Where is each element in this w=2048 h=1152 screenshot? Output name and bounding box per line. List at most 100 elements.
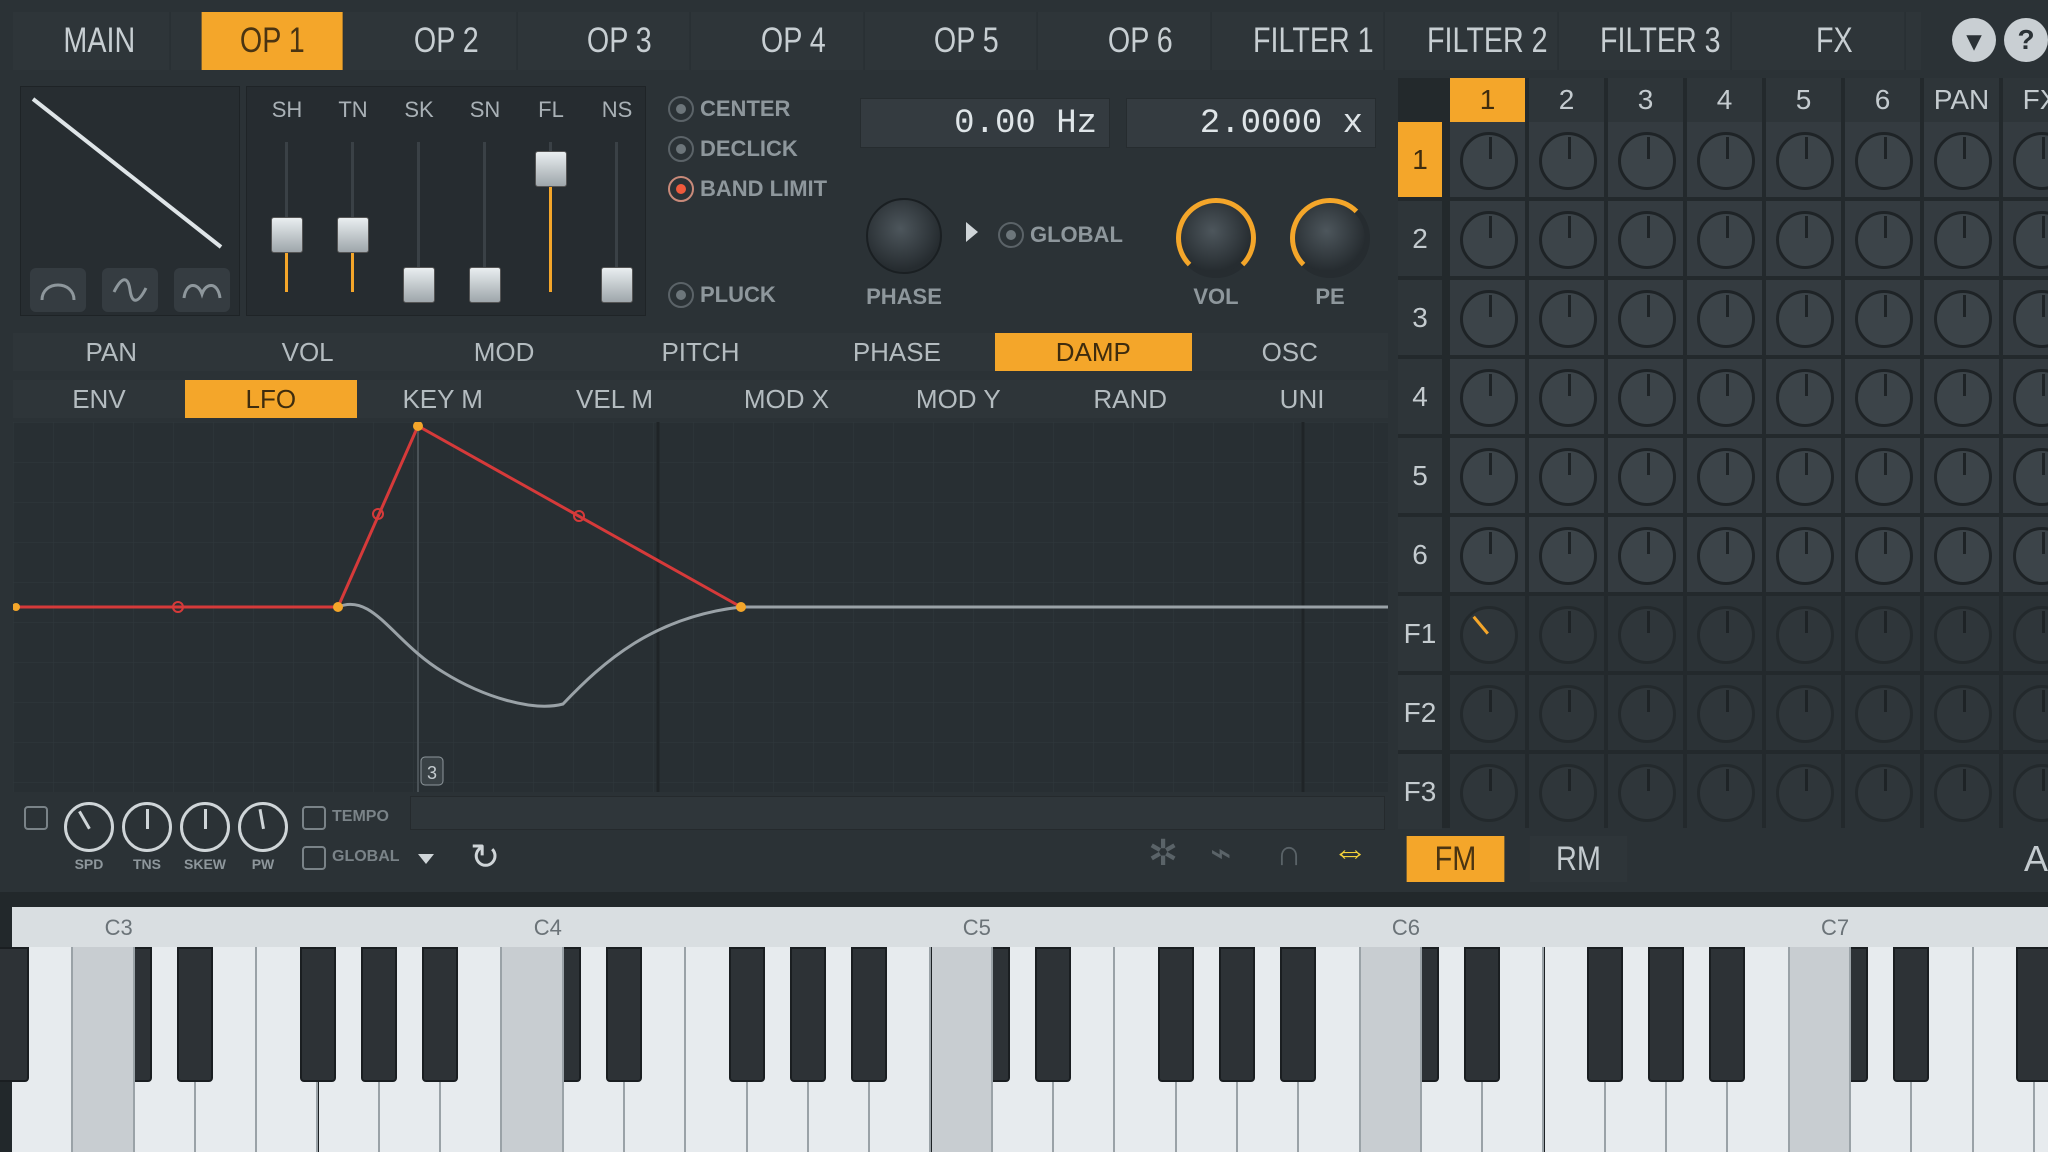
tab-mod-y[interactable]: MOD Y: [872, 380, 1044, 418]
matrix-column-3[interactable]: 3: [1608, 78, 1683, 122]
black-key[interactable]: [1219, 947, 1255, 1082]
tab-pan[interactable]: PAN: [13, 333, 209, 371]
ratio-display[interactable]: 2.0000 x: [1126, 98, 1376, 148]
matrix-knob[interactable]: [1934, 685, 1992, 743]
matrix-knob[interactable]: [1855, 685, 1913, 743]
matrix-knob[interactable]: [2013, 685, 2048, 743]
matrix-knob[interactable]: [1618, 132, 1676, 190]
black-key[interactable]: [1035, 947, 1072, 1082]
envelope-scrollbar[interactable]: [410, 796, 1385, 830]
c-key-c7[interactable]: [1789, 947, 1851, 1152]
matrix-knob[interactable]: [1460, 448, 1518, 506]
matrix-knob[interactable]: [1855, 448, 1913, 506]
black-key[interactable]: [606, 947, 642, 1082]
matrix-knob[interactable]: [1697, 290, 1755, 348]
tab-damp[interactable]: DAMP: [995, 333, 1192, 371]
slider-knob[interactable]: [271, 217, 303, 253]
matrix-knob[interactable]: [1855, 369, 1913, 427]
fm-button[interactable]: FM: [1406, 836, 1505, 882]
menu-icon[interactable]: ▾: [1952, 18, 1996, 62]
matrix-knob[interactable]: [1776, 132, 1834, 190]
matrix-column-2[interactable]: 2: [1529, 78, 1604, 122]
tns-knob[interactable]: [122, 802, 172, 852]
matrix-row-3[interactable]: 3: [1398, 280, 1442, 355]
matrix-knob[interactable]: [1539, 685, 1597, 743]
tab-main[interactable]: MAIN: [29, 12, 171, 70]
matrix-knob[interactable]: [1539, 290, 1597, 348]
tab-filter-2[interactable]: FILTER 2: [1416, 12, 1559, 70]
slider-fl[interactable]: FL: [521, 87, 581, 317]
matrix-knob[interactable]: [2013, 448, 2048, 506]
shape-arch-button[interactable]: [30, 268, 86, 312]
shape-double-arch-button[interactable]: [174, 268, 230, 312]
black-key[interactable]: [176, 947, 213, 1082]
spd-knob[interactable]: [64, 802, 114, 852]
c-key-c6[interactable]: [1360, 947, 1422, 1152]
play-arrow-icon[interactable]: [966, 222, 978, 242]
matrix-knob[interactable]: [1618, 290, 1676, 348]
pluck-option[interactable]: PLUCK: [668, 282, 776, 308]
slider-knob[interactable]: [337, 217, 369, 253]
envelope-editor[interactable]: 3: [12, 421, 1388, 792]
matrix-row-f3[interactable]: F3: [1398, 754, 1442, 829]
tab-mod-x[interactable]: MOD X: [701, 380, 873, 418]
black-key[interactable]: [851, 947, 888, 1082]
matrix-knob[interactable]: [1618, 764, 1676, 822]
tab-rand[interactable]: RAND: [1044, 380, 1216, 418]
shape-sine-button[interactable]: [102, 268, 158, 312]
matrix-knob[interactable]: [1539, 527, 1597, 585]
slider-knob[interactable]: [469, 266, 501, 303]
tab-op-3[interactable]: OP 3: [549, 12, 692, 70]
slider-knob[interactable]: [601, 266, 633, 303]
matrix-knob[interactable]: [1697, 764, 1755, 822]
slider-knob[interactable]: [535, 151, 567, 187]
matrix-knob[interactable]: [1934, 448, 1992, 506]
black-key[interactable]: [422, 947, 459, 1082]
matrix-knob[interactable]: [1539, 369, 1597, 427]
piano-keyboard[interactable]: C3 C4 C5 C6 C7: [0, 907, 2048, 1152]
tab-vel-m[interactable]: VEL M: [529, 380, 701, 418]
matrix-knob[interactable]: [1776, 527, 1834, 585]
matrix-knob[interactable]: [1697, 369, 1755, 427]
tab-key-m[interactable]: KEY M: [357, 380, 529, 418]
matrix-knob[interactable]: [1934, 290, 1992, 348]
matrix-knob[interactable]: [1460, 369, 1518, 427]
black-key[interactable]: [1586, 947, 1623, 1082]
slider-knob[interactable]: [403, 266, 435, 303]
magnet-icon[interactable]: ∩: [1276, 832, 1302, 874]
black-key[interactable]: [728, 947, 765, 1082]
tab-osc[interactable]: OSC: [1192, 333, 1388, 371]
matrix-knob[interactable]: [1539, 764, 1597, 822]
matrix-row-5[interactable]: 5: [1398, 438, 1442, 513]
tab-phase[interactable]: PHASE: [799, 333, 995, 371]
lfo-global-checkbox[interactable]: [302, 846, 326, 870]
black-key[interactable]: [1648, 947, 1685, 1082]
tab-pitch[interactable]: PITCH: [602, 333, 798, 371]
tempo-checkbox[interactable]: [302, 806, 326, 830]
matrix-knob[interactable]: [1776, 606, 1834, 664]
tab-op-1[interactable]: OP 1: [202, 12, 345, 70]
matrix-knob[interactable]: [1855, 527, 1913, 585]
reset-icon[interactable]: ↻: [470, 836, 500, 878]
matrix-row-6[interactable]: 6: [1398, 517, 1442, 592]
pw-knob[interactable]: [238, 802, 288, 852]
matrix-column-6[interactable]: 6: [1845, 78, 1920, 122]
help-icon[interactable]: ?: [2004, 18, 2048, 62]
matrix-knob[interactable]: [2013, 606, 2048, 664]
tab-op-4[interactable]: OP 4: [722, 12, 865, 70]
black-key[interactable]: [360, 947, 397, 1082]
matrix-knob[interactable]: [1934, 606, 1992, 664]
matrix-knob[interactable]: [1697, 211, 1755, 269]
matrix-knob[interactable]: [1776, 369, 1834, 427]
black-key[interactable]: [1464, 947, 1501, 1082]
matrix-row-2[interactable]: 2: [1398, 201, 1442, 276]
matrix-row-f1[interactable]: F1: [1398, 596, 1442, 671]
black-key[interactable]: [789, 947, 826, 1082]
matrix-knob[interactable]: [1539, 211, 1597, 269]
matrix-knob[interactable]: [1855, 764, 1913, 822]
matrix-knob[interactable]: [1776, 211, 1834, 269]
matrix-knob[interactable]: [1460, 132, 1518, 190]
matrix-knob[interactable]: [1697, 448, 1755, 506]
tab-uni[interactable]: UNI: [1216, 380, 1388, 418]
matrix-knob[interactable]: [1618, 448, 1676, 506]
